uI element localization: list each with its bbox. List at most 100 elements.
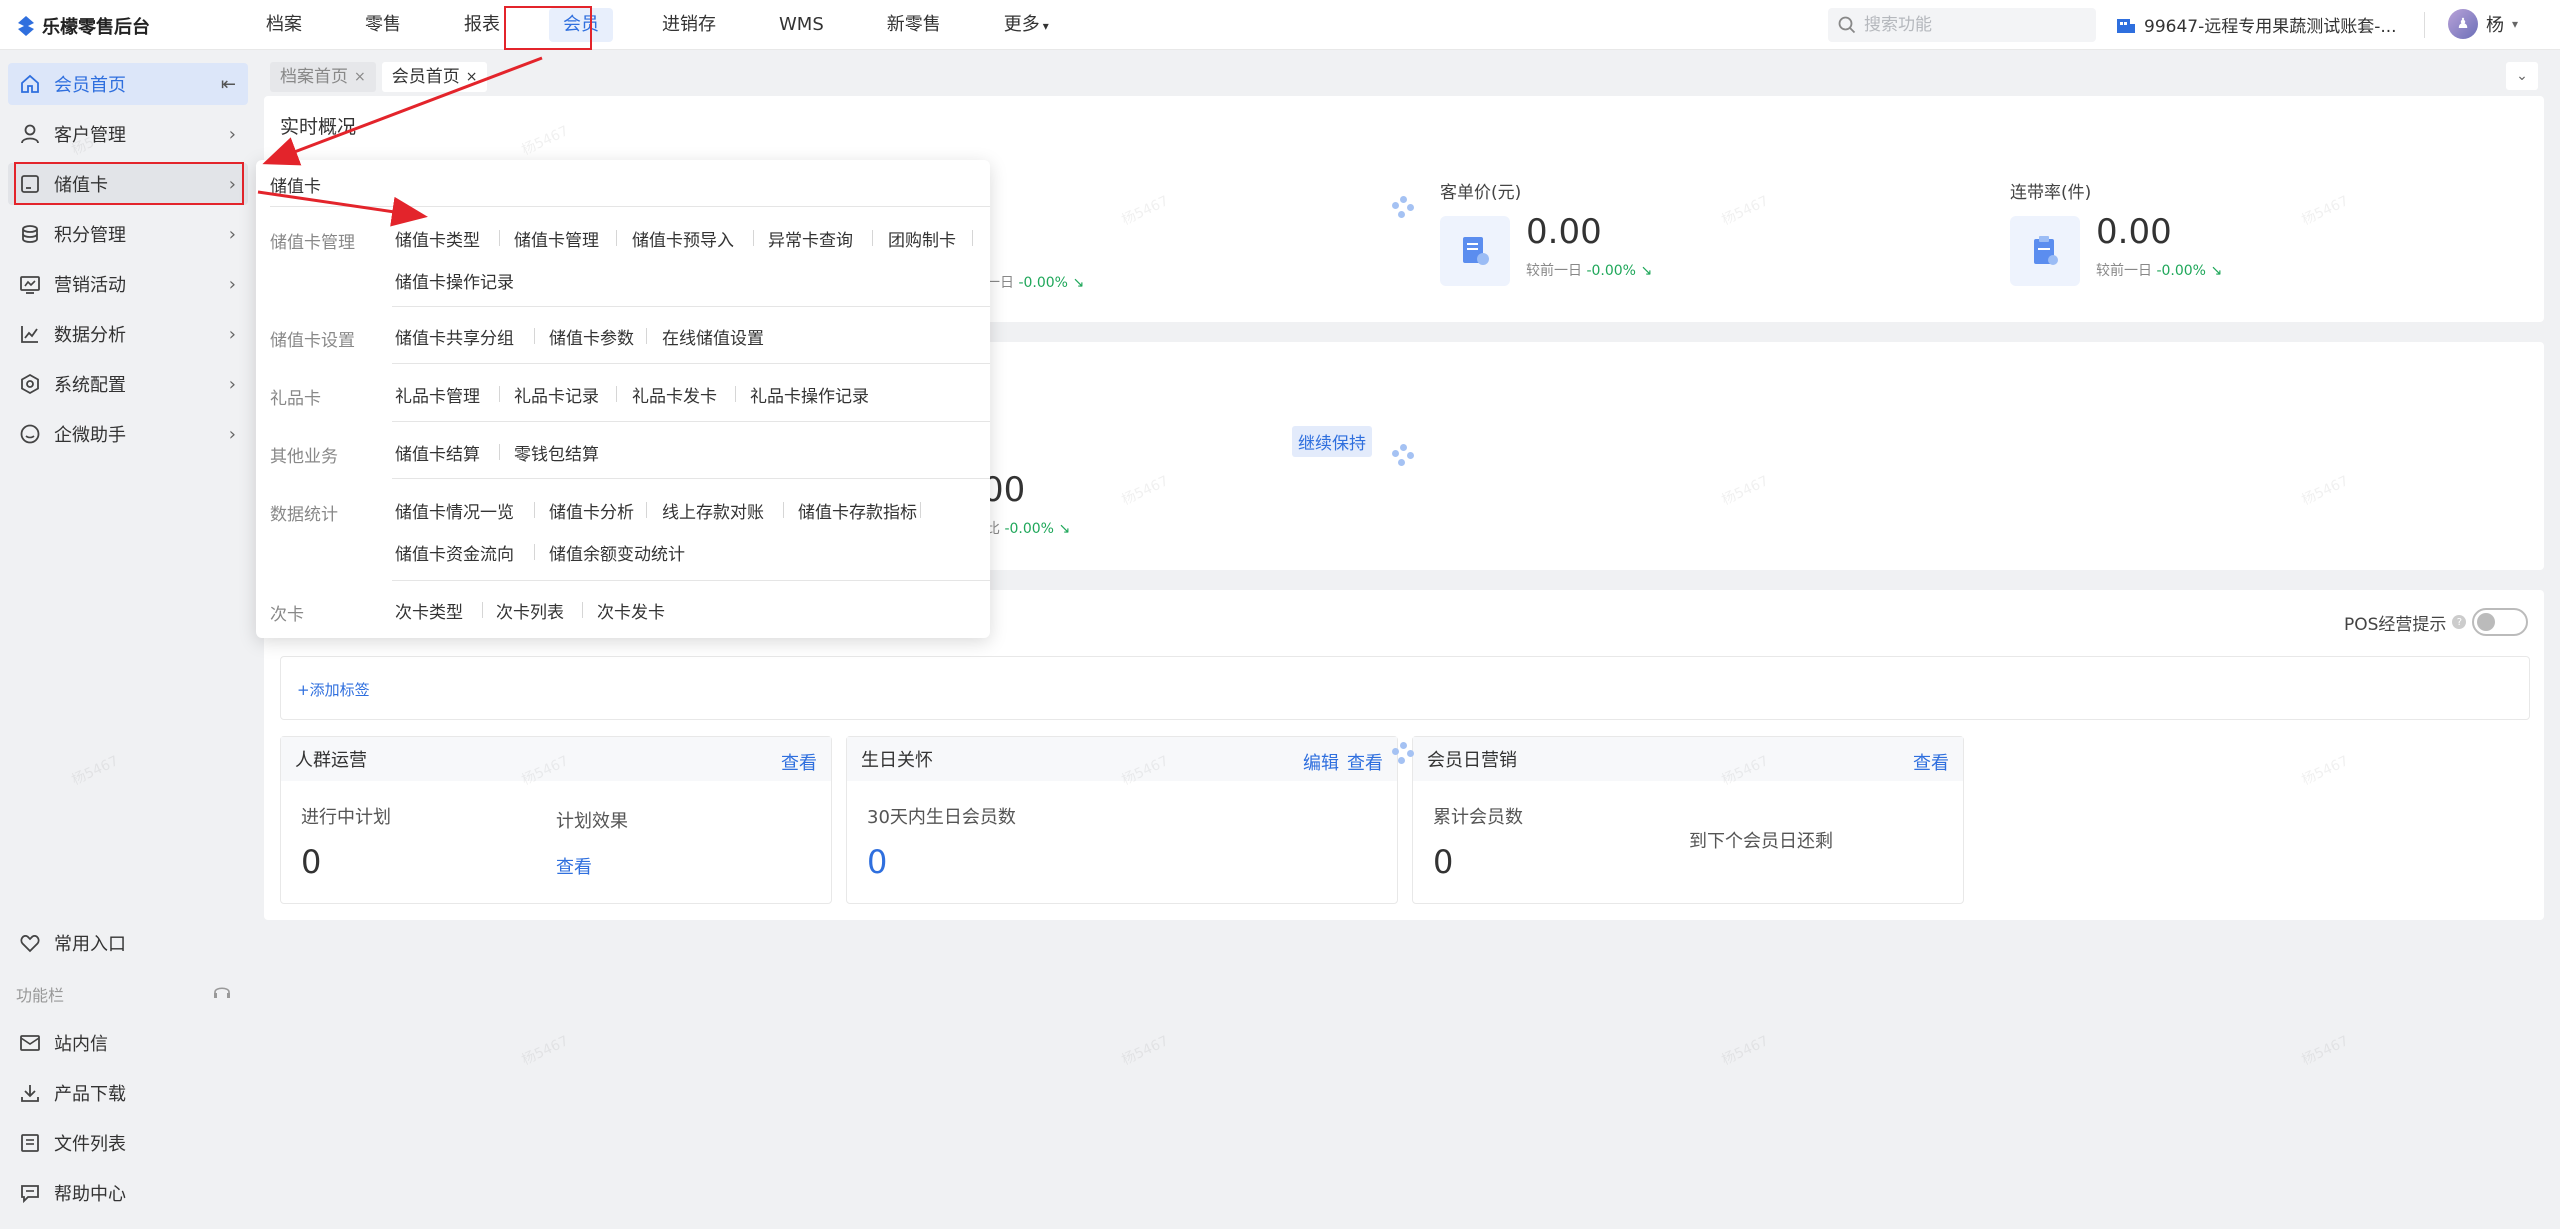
collapse-sidebar-icon[interactable]: ⇤ [221,74,236,95]
menu-link-gift-card-operation-log[interactable]: 礼品卡操作记录 [750,382,869,407]
mail-icon [18,1031,42,1055]
menu-link-card-management[interactable]: 储值卡管理 [514,226,599,251]
close-icon[interactable]: × [466,62,478,92]
menu-category: 次卡 [270,605,304,625]
heart-icon [18,931,42,955]
view-effect-link[interactable]: 查看 [556,853,592,879]
panel-value: 0 [1433,843,1454,881]
menu-link-gift-card-management[interactable]: 礼品卡管理 [395,382,480,407]
edit-link[interactable]: 编辑 [1303,749,1339,775]
divider [392,363,990,364]
search-input[interactable] [1864,15,2084,35]
account-selector[interactable]: 99647-远程专用果蔬测试账套-... [2116,12,2397,37]
sidebar-item-favorites[interactable]: 常用入口 [8,922,248,964]
menu-link-card-overview[interactable]: 储值卡情况一览 [395,498,514,523]
menu-link-punch-card-issue[interactable]: 次卡发卡 [597,598,665,623]
home-icon [18,72,42,96]
menu-link-card-preimport[interactable]: 储值卡预导入 [632,226,734,251]
menu-link-gift-card-records[interactable]: 礼品卡记录 [514,382,599,407]
menu-link-online-topup-settings[interactable]: 在线储值设置 [662,324,764,349]
sidebar-item-member-home[interactable]: 会员首页 ⇤ [8,63,248,105]
nav-inventory[interactable]: 进销存 [648,8,730,42]
menu-link-card-analysis[interactable]: 储值卡分析 [549,498,634,523]
logo-icon [18,16,34,36]
nav-archive[interactable]: 档案 [252,8,316,42]
link-separator [534,544,535,560]
chevron-down-icon: ▾ [2512,17,2519,31]
menu-link-card-share-group[interactable]: 储值卡共享分组 [395,324,514,349]
sidebar-item-inbox[interactable]: 站内信 [8,1022,248,1064]
sidebar-item-settings[interactable]: 系统配置 › [8,363,248,405]
menu-link-balance-change-stats[interactable]: 储值余额变动统计 [549,540,685,565]
menu-category: 储值卡管理 [270,233,355,253]
menu-link-group-card-making[interactable]: 团购制卡 [888,226,956,251]
menu-link-punch-card-types[interactable]: 次卡类型 [395,598,463,623]
menu-link-gift-card-issue[interactable]: 礼品卡发卡 [632,382,717,407]
nav-more[interactable]: 更多 [990,8,1063,42]
chart-icon [18,322,42,346]
sidebar-item-points[interactable]: 积分管理 › [8,213,248,255]
menu-link-abnormal-card-query[interactable]: 异常卡查询 [768,226,853,251]
menu-category: 储值卡设置 [270,331,355,351]
panel-label: 计划效果 [556,811,628,832]
menu-link-card-operation-log[interactable]: 储值卡操作记录 [395,268,514,293]
nav-wms[interactable]: WMS [765,8,838,42]
campaign-icon [18,272,42,296]
question-icon[interactable]: ? [2452,615,2467,629]
menu-link-card-types[interactable]: 储值卡类型 [395,226,480,251]
close-icon[interactable]: × [354,62,366,92]
menu-link-card-settlement[interactable]: 储值卡结算 [395,440,480,465]
sidebar-item-analytics[interactable]: 数据分析 › [8,313,248,355]
menu-link-card-fund-flow[interactable]: 储值卡资金流向 [395,540,514,565]
sidebar-item-customers[interactable]: 客户管理 › [8,113,248,155]
menu-link-wallet-settlement[interactable]: 零钱包结算 [514,440,599,465]
sidebar-item-label: 站内信 [54,1034,108,1055]
menu-link-card-params[interactable]: 储值卡参数 [549,324,634,349]
menu-link-punch-card-list[interactable]: 次卡列表 [496,598,564,623]
sidebar-item-help[interactable]: 帮助中心 [8,1172,248,1214]
panel-value: 0 [301,843,322,881]
help-icon [18,1181,42,1205]
menu-link-online-deposit-reconciliation[interactable]: 线上存款对账 [662,498,764,523]
menu-link-card-deposit-indicators[interactable]: 储值卡存款指标 [798,498,917,523]
link-separator [646,502,647,518]
headset-icon[interactable] [212,982,232,1002]
watermark: 杨5467 [1719,1033,1772,1069]
sidebar-item-label: 文件列表 [54,1134,126,1155]
user-menu[interactable]: ♟ 杨 ▾ [2448,9,2518,39]
sidebar-item-files[interactable]: 文件列表 [8,1122,248,1164]
link-separator [582,602,583,618]
watermark: 杨5467 [1119,1033,1172,1069]
sidebar-item-label: 产品下载 [54,1084,126,1105]
sidebar-item-label: 数据分析 [54,325,126,346]
view-link[interactable]: 查看 [781,749,817,775]
pos-tip-switch[interactable] [2472,608,2529,636]
tab-label: 会员首页 [391,67,460,87]
view-link[interactable]: 查看 [1913,749,1949,775]
search-box[interactable] [1828,8,2096,42]
user-name: 杨 [2486,15,2504,36]
add-tag-button[interactable]: +添加标签 [297,679,370,700]
top-bar: 乐檬零售后台 档案 零售 报表 会员 进销存 WMS 新零售 更多 99647-… [0,0,2560,50]
nav-new-retail[interactable]: 新零售 [873,8,955,42]
nav-retail[interactable]: 零售 [351,8,415,42]
app-logo[interactable]: 乐檬零售后台 [16,13,150,39]
sidebar-item-wecom-assistant[interactable]: 企微助手 › [8,413,248,455]
panel-value[interactable]: 0 [867,843,887,881]
view-link[interactable]: 查看 [1347,749,1383,775]
sidebar-item-label: 营销活动 [54,275,126,296]
sidebar-item-downloads[interactable]: 产品下载 [8,1072,248,1114]
search-icon [1838,16,1856,34]
link-separator [499,444,500,460]
panel-label: 30天内生日会员数 [867,807,1016,828]
tabs-dropdown-button[interactable]: ⌄ [2506,62,2538,90]
metric-label: 连带率(件) [2010,183,2092,203]
tab-member-home[interactable]: 会员首页 × [381,62,488,92]
app-title: 乐檬零售后台 [42,17,150,38]
link-separator [499,230,500,246]
sidebar-item-marketing[interactable]: 营销活动 › [8,263,248,305]
divider [392,478,990,479]
tab-label: 档案首页 [280,67,348,87]
tab-archive-home[interactable]: 档案首页 × [270,62,376,92]
chevron-right-icon: › [228,124,236,145]
